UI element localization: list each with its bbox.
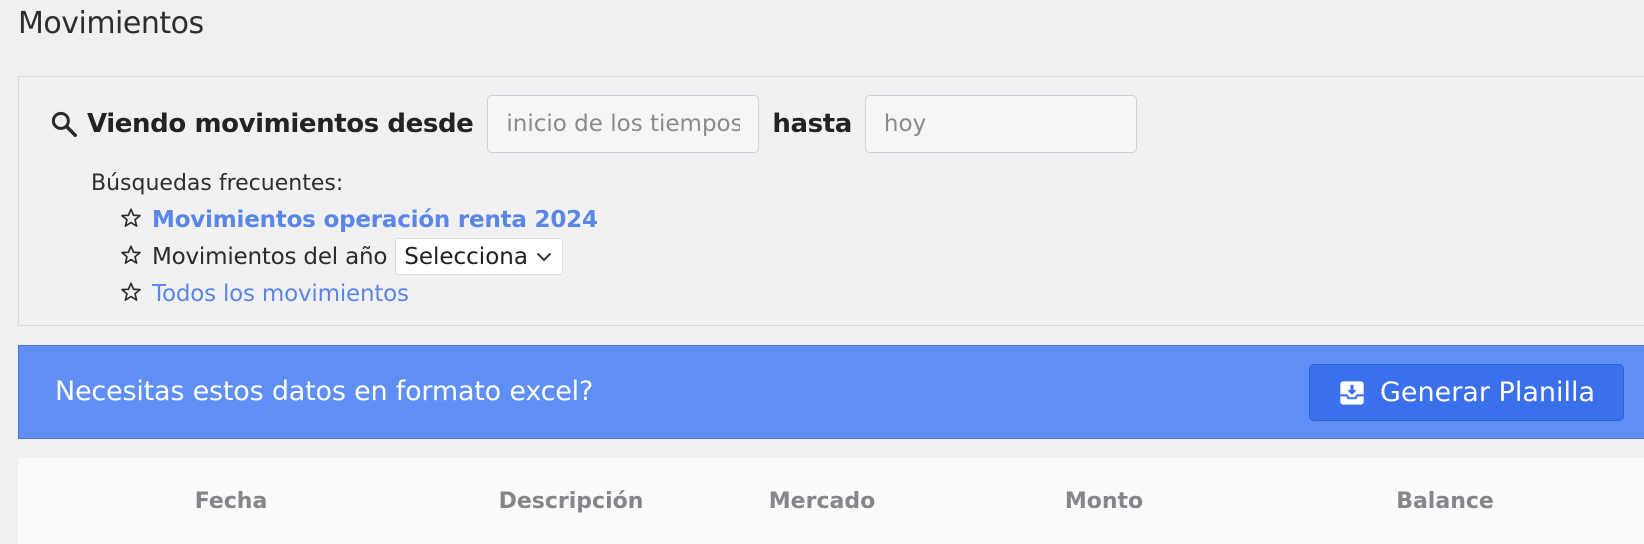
frequent-item-year: Movimientos del año Selecciona bbox=[120, 238, 598, 275]
frequent-item-renta: Movimientos operación renta 2024 bbox=[120, 201, 598, 238]
search-icon bbox=[51, 111, 77, 137]
movements-table: Fecha Descripción Mercado Monto Balance bbox=[18, 458, 1644, 544]
column-header-fecha[interactable]: Fecha bbox=[18, 489, 444, 514]
date-from-label: Viendo movimientos desde bbox=[87, 109, 474, 139]
search-panel: Viendo movimientos desde hasta Búsquedas… bbox=[18, 76, 1644, 326]
excel-export-banner: Necesitas estos datos en formato excel? … bbox=[18, 345, 1644, 439]
year-select-value: Selecciona bbox=[404, 243, 528, 270]
chevron-down-icon bbox=[537, 252, 551, 261]
star-icon bbox=[121, 207, 141, 227]
star-icon bbox=[121, 244, 141, 264]
download-tray-icon bbox=[1340, 380, 1364, 405]
column-header-balance[interactable]: Balance bbox=[1262, 489, 1628, 514]
date-to-label: hasta bbox=[772, 109, 852, 139]
excel-banner-text: Necesitas estos datos en formato excel? bbox=[55, 376, 594, 407]
date-to-input[interactable] bbox=[864, 95, 1137, 153]
column-header-mercado[interactable]: Mercado bbox=[698, 489, 946, 514]
frequent-item-all: Todos los movimientos bbox=[120, 275, 598, 312]
date-from-input[interactable] bbox=[487, 95, 760, 153]
table-header: Fecha Descripción Mercado Monto Balance bbox=[18, 458, 1644, 544]
frequent-searches-title: Búsquedas frecuentes: bbox=[91, 171, 344, 196]
date-range-row: Viendo movimientos desde hasta bbox=[49, 95, 1137, 153]
frequent-link-all-movements[interactable]: Todos los movimientos bbox=[152, 281, 409, 307]
page-title: Movimientos bbox=[18, 6, 204, 41]
generate-spreadsheet-label: Generar Planilla bbox=[1379, 377, 1596, 408]
frequent-searches: Búsquedas frecuentes: Movimientos operac… bbox=[91, 167, 598, 312]
frequent-link-renta-2024[interactable]: Movimientos operación renta 2024 bbox=[152, 207, 598, 233]
star-icon bbox=[121, 281, 141, 301]
frequent-year-label: Movimientos del año bbox=[152, 243, 388, 270]
column-header-descripcion[interactable]: Descripción bbox=[444, 489, 698, 514]
column-header-monto[interactable]: Monto bbox=[946, 489, 1262, 514]
year-select[interactable]: Selecciona bbox=[395, 238, 563, 275]
generate-spreadsheet-button[interactable]: Generar Planilla bbox=[1309, 364, 1624, 421]
